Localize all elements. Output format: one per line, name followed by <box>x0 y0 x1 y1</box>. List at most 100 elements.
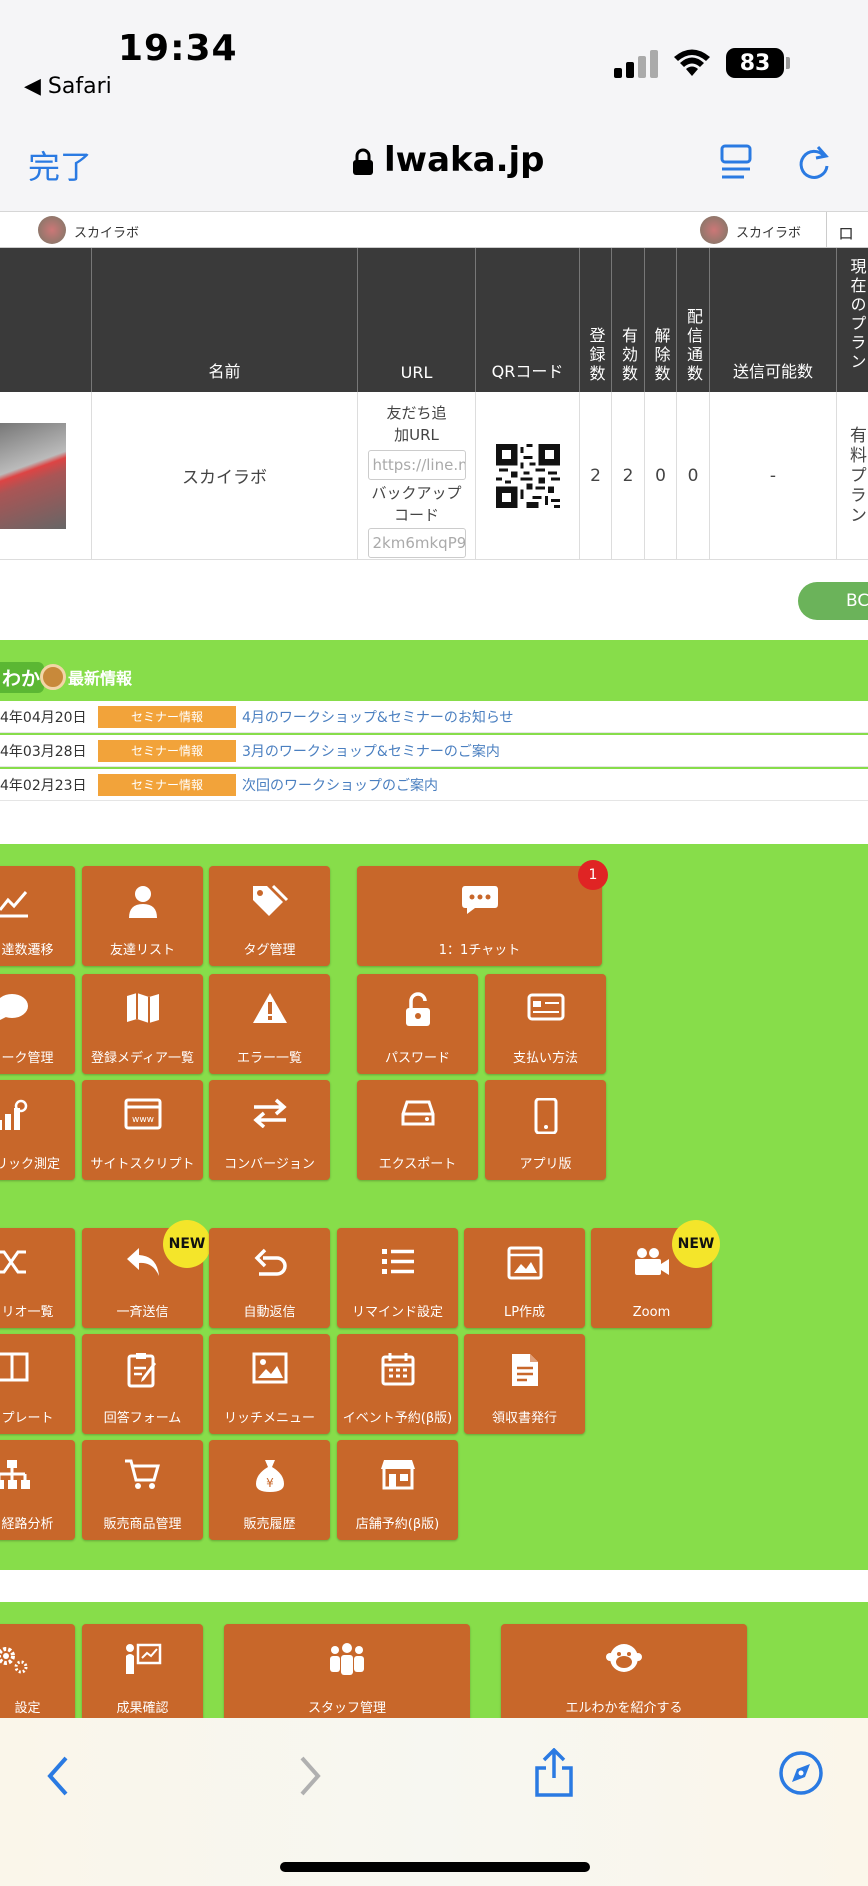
tile-error-list[interactable]: エラー一覧 <box>209 974 330 1074</box>
user-icon <box>128 886 157 918</box>
news-link[interactable]: 4月のワークショップ&セミナーのお知らせ <box>242 707 514 727</box>
tile-label: アプリ版 <box>519 1157 572 1172</box>
brand-logo: わか 最新情報 <box>0 661 132 693</box>
bc-button[interactable]: BC <box>798 582 868 620</box>
news-link[interactable]: 次回のワークショップのご案内 <box>242 775 438 795</box>
news-item[interactable]: 4年02月23日 セミナー情報 次回のワークショップのご案内 <box>0 769 868 801</box>
back-to-safari-link[interactable]: ◀ Safari <box>24 74 112 99</box>
tile-one-to-one-chat[interactable]: 1：1チャット 1 <box>357 860 608 966</box>
news-date: 4年02月23日 <box>0 777 87 794</box>
account-name-right[interactable]: スカイラボ <box>736 222 801 241</box>
warning-icon <box>252 993 287 1023</box>
row-registered: 2 <box>580 392 612 560</box>
tile-label: ーク管理 <box>1 1051 54 1066</box>
svg-text:www: www <box>131 1115 153 1125</box>
tile-click-measurement[interactable]: リック測定 <box>0 1080 75 1180</box>
news-category-tag: セミナー情報 <box>98 705 236 728</box>
tile-friend-count-chart[interactable]: 達数遷移 <box>0 866 75 966</box>
account-strip: スカイラボ スカイラボ ログ <box>0 212 868 267</box>
tile-rich-menu[interactable]: リッチメニュー <box>209 1334 330 1434</box>
friend-url-label: 友だち追加URL <box>386 404 447 444</box>
tile-payment-method[interactable]: 支払い方法 <box>485 974 606 1074</box>
backup-code-field[interactable]: 2km6mkqP9 <box>367 528 466 558</box>
avatar <box>700 216 728 244</box>
tile-app-version[interactable]: アプリ版 <box>485 1080 606 1180</box>
tile-scenario-list[interactable]: リオ一覧 <box>0 1228 75 1328</box>
web-page: スカイラボ スカイラボ ログ 名前 URL QRコード 登録数 有効数 解除数 … <box>0 212 868 1718</box>
unread-count-badge: 1 <box>578 860 608 890</box>
tile-zoom[interactable]: Zoom NEW <box>591 1220 720 1328</box>
clipboard-edit-icon <box>127 1353 156 1388</box>
webpage-image-icon <box>507 1246 542 1280</box>
browser-bottom-toolbar <box>0 1718 868 1886</box>
tile-label: 一斉送信 <box>116 1305 169 1320</box>
news-date: 4年03月28日 <box>0 743 87 760</box>
table-header-plan: 現在のプラン <box>837 248 868 392</box>
tile-results[interactable]: 成果確認 <box>82 1624 203 1718</box>
tile-broadcast[interactable]: 一斉送信 NEW <box>82 1220 211 1328</box>
tile-receipt-issue[interactable]: 領収書発行 <box>464 1334 585 1434</box>
row-valid: 2 <box>612 392 645 560</box>
tile-settings[interactable]: 設定 <box>0 1624 75 1718</box>
tile-label: 領収書発行 <box>491 1411 557 1426</box>
gears-icon <box>0 1647 28 1674</box>
row-cancelled: 0 <box>645 392 677 560</box>
tile-label: 店舗予約(β版) <box>355 1517 440 1532</box>
tile-label: エクスポート <box>378 1157 457 1172</box>
tile-password[interactable]: パスワード <box>357 974 478 1074</box>
tile-tag-management[interactable]: タグ管理 <box>209 866 330 966</box>
forward-chevron-icon[interactable] <box>296 1754 324 1798</box>
tile-templates[interactable]: プレート <box>0 1334 75 1434</box>
tile-sales-history[interactable]: ¥ 販売履歴 <box>209 1440 330 1540</box>
group-icon <box>330 1643 364 1675</box>
qr-code-icon[interactable] <box>495 443 560 508</box>
tile-label: スタッフ管理 <box>307 1701 386 1716</box>
done-button[interactable]: 完了 <box>28 142 92 188</box>
account-name-left[interactable]: スカイラボ <box>74 222 139 241</box>
tile-label: 1：1チャット <box>438 943 521 958</box>
reader-icon[interactable] <box>718 142 754 182</box>
speech-bubble-icon <box>0 994 28 1020</box>
tile-registered-media[interactable]: 登録メディア一覧 <box>82 974 203 1074</box>
line-chart-icon <box>0 891 28 918</box>
tile-introduce[interactable]: エルわかを紹介する <box>501 1624 747 1718</box>
back-chevron-icon[interactable] <box>44 1754 72 1798</box>
tile-event-reservation[interactable]: イベント予約(β版) <box>337 1334 458 1434</box>
tile-talk-management[interactable]: ーク管理 <box>0 974 75 1074</box>
friend-url-field[interactable]: https://line.me <box>367 450 466 480</box>
tile-staff-management[interactable]: スタッフ管理 <box>224 1624 470 1718</box>
tile-site-script[interactable]: www サイトスクリプト <box>82 1080 203 1180</box>
tile-route-analysis[interactable]: 経路分析 <box>0 1440 75 1540</box>
news-item[interactable]: 4年04月20日 セミナー情報 4月のワークショップ&セミナーのお知らせ <box>0 701 868 733</box>
shuffle-icon <box>0 1250 26 1274</box>
news-item[interactable]: 4年03月28日 セミナー情報 3月のワークショップ&セミナーのご案内 <box>0 735 868 767</box>
row-sent: 0 <box>677 392 710 560</box>
table-header-sendable: 送信可能数 <box>710 248 837 392</box>
tile-label: Zoom <box>632 1305 671 1320</box>
tile-reminder-settings[interactable]: リマインド設定 <box>337 1228 458 1328</box>
tile-product-management[interactable]: 販売商品管理 <box>82 1440 203 1540</box>
table-header-valid: 有効数 <box>612 248 645 392</box>
tile-answer-form[interactable]: 回答フォーム <box>82 1334 203 1434</box>
tile-store-reservation[interactable]: 店舗予約(β版) <box>337 1440 458 1540</box>
battery-icon: 83 <box>726 48 784 78</box>
tile-label: コンバージョン <box>224 1157 315 1172</box>
tile-friends-list[interactable]: 友達リスト <box>82 866 203 966</box>
tile-lp-create[interactable]: LP作成 <box>464 1228 585 1328</box>
share-icon[interactable] <box>532 1748 576 1798</box>
status-time: 19:34 <box>118 28 238 69</box>
tile-label: 登録メディア一覧 <box>90 1051 195 1066</box>
tile-auto-reply[interactable]: 自動返信 <box>209 1228 330 1328</box>
tile-label: エルわかを紹介する <box>565 1701 683 1716</box>
credit-card-icon <box>527 993 564 1021</box>
bar-chart-search-icon <box>0 1099 28 1130</box>
image-icon <box>252 1352 287 1384</box>
compass-icon[interactable] <box>778 1750 824 1796</box>
tile-export[interactable]: エクスポート <box>357 1080 478 1180</box>
tile-conversion[interactable]: コンバージョン <box>209 1080 330 1180</box>
url-domain[interactable]: lwaka.jp <box>384 140 544 180</box>
monkey-icon <box>606 1644 642 1672</box>
news-link[interactable]: 3月のワークショップ&セミナーのご案内 <box>242 741 500 761</box>
chat-bubble-icon <box>461 886 498 914</box>
reload-icon[interactable] <box>796 142 832 182</box>
